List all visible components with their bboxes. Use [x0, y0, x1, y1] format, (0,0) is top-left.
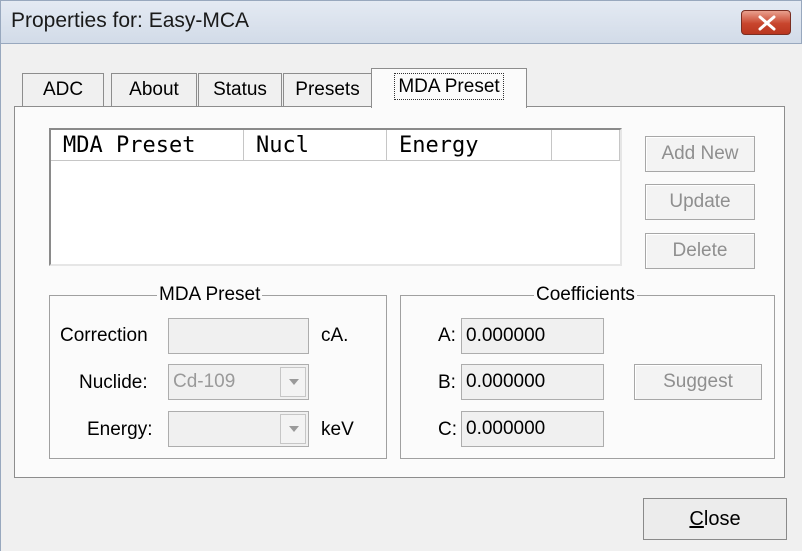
correction-unit: cA. — [321, 325, 349, 346]
tab-mda-preset[interactable]: MDA Preset — [371, 68, 527, 108]
column-header-energy[interactable]: Energy — [387, 130, 552, 161]
suggest-button[interactable]: Suggest — [634, 364, 762, 400]
tab-about[interactable]: About — [111, 73, 197, 107]
chevron-down-icon — [289, 379, 299, 385]
tab-adc[interactable]: ADC — [22, 73, 104, 107]
energy-unit: keV — [321, 419, 354, 440]
add-new-button[interactable]: Add New — [645, 136, 755, 172]
tab-status[interactable]: Status — [198, 73, 282, 107]
column-header-empty[interactable] — [552, 130, 620, 161]
energy-dropdown-button[interactable] — [280, 414, 306, 444]
title-bar[interactable]: Properties for: Easy-MCA — [0, 0, 802, 44]
coefficient-c-label: C: — [438, 419, 457, 440]
tab-adc-label: ADC — [42, 79, 84, 100]
correction-label: Correction — [60, 325, 148, 346]
coefficient-b-label: B: — [438, 372, 456, 393]
mda-preset-list[interactable]: MDA Preset Nucl Energy — [49, 128, 622, 266]
nuclide-select[interactable]: Cd-109 — [168, 364, 309, 400]
window-close-button[interactable] — [741, 10, 791, 35]
correction-field[interactable] — [168, 318, 309, 354]
coefficient-a-label: A: — [438, 325, 456, 346]
column-header-mda-preset[interactable]: MDA Preset — [51, 130, 244, 161]
energy-select[interactable] — [168, 411, 309, 447]
coefficients-group-title: Coefficients — [534, 284, 637, 306]
chevron-down-icon — [289, 426, 299, 432]
window-title: Properties for: Easy-MCA — [11, 9, 250, 32]
close-button[interactable]: Close — [643, 498, 787, 540]
tab-about-label: About — [129, 79, 179, 100]
nuclide-value: Cd-109 — [173, 371, 236, 392]
coefficient-b-field[interactable]: 0.000000 — [461, 364, 604, 400]
close-button-mnemonic: C — [689, 508, 704, 530]
update-button[interactable]: Update — [645, 184, 755, 220]
close-button-label: lose — [703, 508, 741, 530]
delete-button[interactable]: Delete — [645, 233, 755, 269]
energy-label: Energy: — [87, 419, 153, 440]
nuclide-dropdown-button[interactable] — [280, 367, 306, 397]
tab-presets[interactable]: Presets — [283, 73, 372, 107]
coefficient-a-field[interactable]: 0.000000 — [461, 318, 604, 354]
tab-presets-label: Presets — [295, 79, 360, 100]
nuclide-label: Nuclide: — [79, 372, 148, 393]
coefficient-c-field[interactable]: 0.000000 — [461, 411, 604, 447]
column-header-nucl[interactable]: Nucl — [244, 130, 387, 161]
close-x-icon — [758, 15, 776, 31]
tab-status-label: Status — [213, 79, 267, 100]
mda-preset-group-title: MDA Preset — [157, 284, 263, 306]
tab-mda-preset-label: MDA Preset — [394, 73, 504, 100]
